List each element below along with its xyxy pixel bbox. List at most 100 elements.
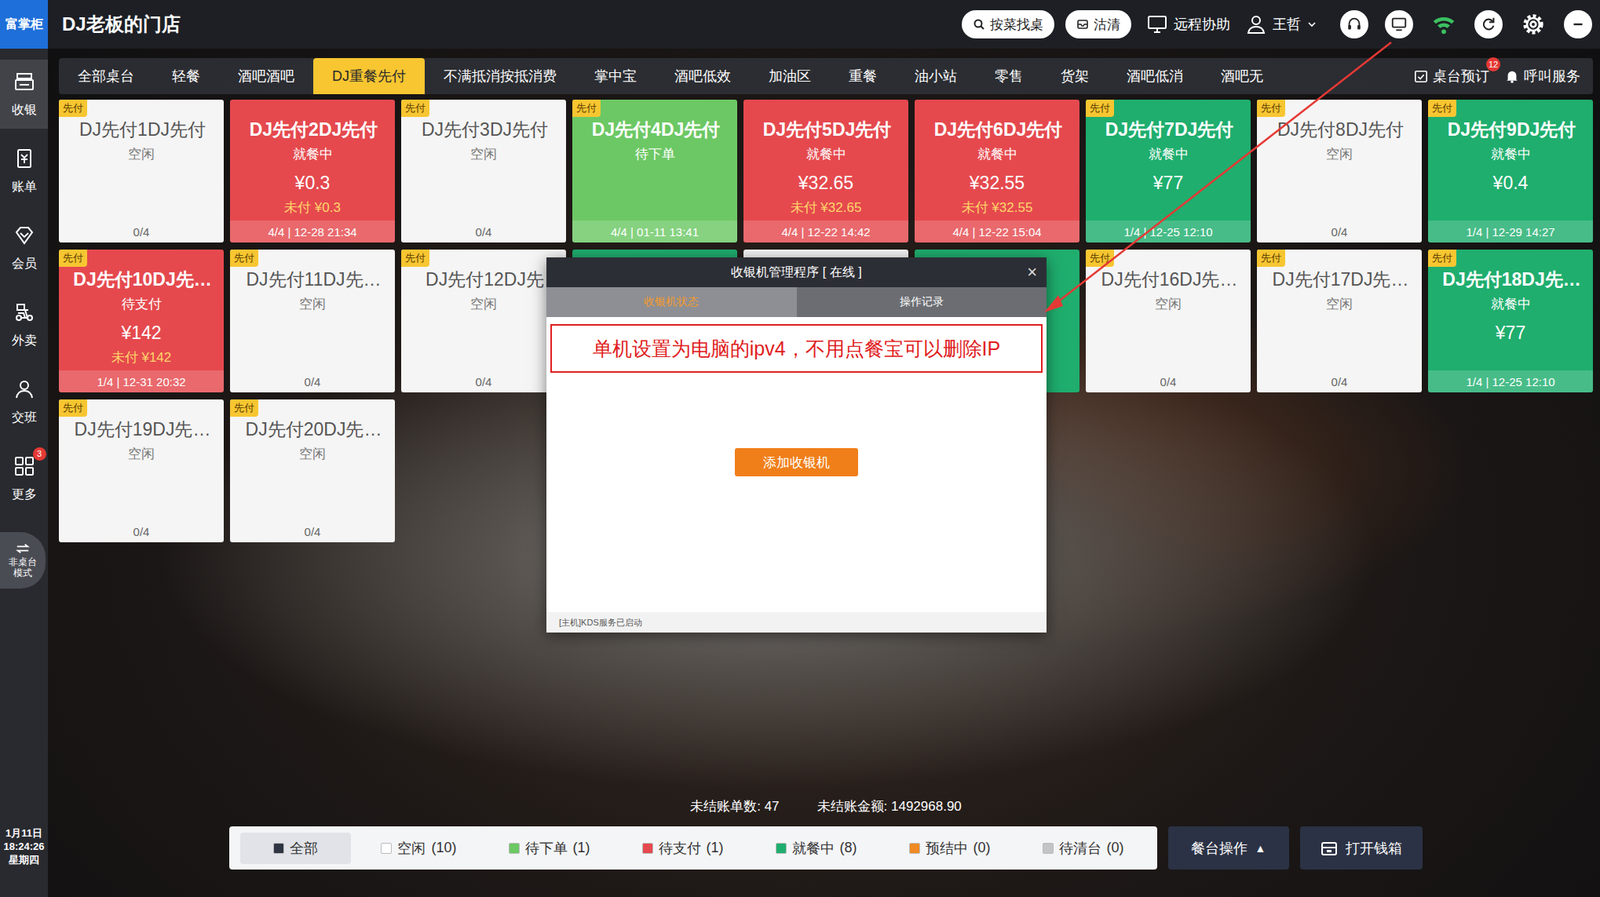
prepay-tag: 先付 xyxy=(58,249,88,267)
nav-icon xyxy=(13,70,36,93)
table-card[interactable]: 先付 DJ先付16DJ先… 空闲 0/4 xyxy=(1085,249,1251,393)
monitor-icon xyxy=(1390,15,1408,33)
pos-screen: 富掌柜 DJ老板的门店 按菜找桌 沽清 远程协助 王哲 收银 账单 会员 外卖 … xyxy=(0,0,1600,897)
sidebar-item[interactable]: 3 更多 xyxy=(0,444,48,514)
table-card[interactable]: 先付 DJ先付8DJ先付 空闲 0/4 xyxy=(1256,99,1422,243)
logo: 富掌柜 xyxy=(0,0,48,49)
refresh-icon xyxy=(1479,15,1498,33)
filter-item[interactable]: 待支付 (1) xyxy=(620,832,746,865)
filter-item[interactable]: 就餐中 (8) xyxy=(753,832,880,865)
badge: 3 xyxy=(32,447,47,461)
category-tab[interactable]: 不满抵消按抵消费 xyxy=(424,58,576,95)
prepay-tag: 先付 xyxy=(1428,249,1457,267)
close-button[interactable]: × xyxy=(1026,262,1038,283)
network-button[interactable] xyxy=(1429,10,1458,39)
cash-drawer-button[interactable]: 打开钱箱 xyxy=(1300,826,1423,870)
store-name: DJ老板的门店 xyxy=(62,11,181,37)
user-icon xyxy=(1245,14,1267,35)
category-tab[interactable]: 酒吧无 xyxy=(1201,58,1283,95)
category-tab[interactable]: 酒吧低消 xyxy=(1107,58,1202,95)
top-bar: 富掌柜 DJ老板的门店 按菜找桌 沽清 远程协助 王哲 xyxy=(0,0,1600,49)
table-card[interactable]: DJ先付5DJ先付 就餐中 ¥32.65 未付 ¥32.65 4/4 | 12-… xyxy=(743,99,909,243)
prepay-tag: 先付 xyxy=(401,249,430,267)
minimize-button[interactable] xyxy=(1563,10,1593,39)
category-tab[interactable]: 货架 xyxy=(1041,58,1108,95)
remote-assist[interactable]: 远程协助 xyxy=(1147,14,1231,35)
table-card[interactable]: 先付 DJ先付11DJ先… 空闲 0/4 xyxy=(230,249,395,393)
summary: 未结账单数: 47 未结账金额: 1492968.90 xyxy=(58,797,1593,827)
table-card[interactable]: 先付 DJ先付17DJ先… 空闲 0/4 xyxy=(1256,249,1422,393)
chevron-down-icon xyxy=(1307,19,1317,30)
category-tab[interactable]: 油小站 xyxy=(895,58,976,95)
category-tab[interactable]: 轻餐 xyxy=(153,58,220,95)
sidebar-item[interactable]: 外卖 xyxy=(0,290,48,360)
table-card[interactable]: 先付 DJ先付9DJ先付 就餐中 ¥0.4 1/4 | 12-29 14:27 xyxy=(1428,99,1593,243)
prepay-tag: 先付 xyxy=(401,99,430,117)
prepay-tag: 先付 xyxy=(1256,249,1286,267)
sidebar-item[interactable]: 账单 xyxy=(0,136,48,206)
mode-toggle[interactable]: 非桌台模式 xyxy=(0,532,46,589)
category-tab[interactable]: 重餐 xyxy=(829,58,896,95)
call-service-button[interactable]: 呼叫服务 xyxy=(1505,66,1581,86)
table-card[interactable]: 先付 DJ先付3DJ先付 空闲 0/4 xyxy=(401,99,567,243)
settings-button[interactable] xyxy=(1519,10,1548,39)
filter-item[interactable]: 全部 xyxy=(240,832,351,865)
sidebar-item[interactable]: 收银 xyxy=(0,59,48,129)
nav-icon xyxy=(13,378,36,401)
dialog-tab[interactable]: 操作记录 xyxy=(796,287,1048,318)
sidebar-item[interactable]: 会员 xyxy=(0,213,48,283)
category-tab[interactable]: 全部桌台 xyxy=(58,58,154,95)
search-icon xyxy=(972,18,986,31)
wifi-icon xyxy=(1431,11,1457,37)
bottom-bar: 全部 空闲 (10) 待下单 (1) 待支付 (1) 就餐中 (8) 预结中 (… xyxy=(58,826,1593,870)
table-card[interactable]: DJ先付6DJ先付 就餐中 ¥32.55 未付 ¥32.55 4/4 | 12-… xyxy=(914,99,1080,243)
dialog-title-bar: 收银机管理程序 [ 在线 ] × xyxy=(546,257,1047,288)
headset-icon xyxy=(1345,15,1363,33)
table-card[interactable]: 先付 DJ先付20DJ先… 空闲 0/4 xyxy=(230,399,395,543)
annotation-note: 单机设置为电脑的ipv4，不用点餐宝可以删除IP xyxy=(550,324,1043,373)
refresh-button[interactable] xyxy=(1474,10,1503,39)
category-tab[interactable]: 加油区 xyxy=(749,58,830,95)
filter-item[interactable]: 空闲 (10) xyxy=(358,832,479,865)
nav-icon xyxy=(13,224,36,247)
table-card[interactable]: 先付 DJ先付4DJ先付 待下单 4/4 | 01-11 13:41 xyxy=(572,99,738,243)
table-card[interactable]: 先付 DJ先付10DJ先… 待支付 ¥142 未付 ¥142 1/4 | 12-… xyxy=(58,249,224,393)
filter-item[interactable]: 待清台 (0) xyxy=(1020,832,1147,865)
table-card[interactable]: 先付 DJ先付19DJ先… 空闲 0/4 xyxy=(58,399,224,543)
prepay-tag: 先付 xyxy=(230,249,259,267)
mail-icon xyxy=(1076,18,1089,31)
prepay-tag: 先付 xyxy=(230,399,259,417)
table-card[interactable]: DJ先付2DJ先付 就餐中 ¥0.3 未付 ¥0.3 4/4 | 12-28 2… xyxy=(230,99,395,243)
monitor-icon xyxy=(1147,14,1168,35)
soldout-button[interactable]: 沽清 xyxy=(1065,10,1132,39)
category-tab[interactable]: DJ重餐先付 xyxy=(313,58,425,95)
category-tab[interactable]: 酒吧低效 xyxy=(655,58,750,95)
prepay-tag: 先付 xyxy=(1085,99,1115,117)
prepay-tag: 先付 xyxy=(1256,99,1286,117)
bell-icon xyxy=(1505,69,1520,84)
calendar-check-icon xyxy=(1413,69,1429,84)
table-card[interactable]: 先付 DJ先付7DJ先付 就餐中 ¥77 1/4 | 12-25 12:10 xyxy=(1085,99,1251,243)
filter-item[interactable]: 预结中 (0) xyxy=(887,832,1013,865)
user-menu[interactable]: 王哲 xyxy=(1245,14,1317,35)
dialog-tab[interactable]: 收银机状态 xyxy=(546,287,797,318)
category-tab[interactable]: 掌中宝 xyxy=(575,58,656,95)
reservation-button[interactable]: 桌台预订 12 xyxy=(1413,66,1490,86)
prepay-tag: 先付 xyxy=(58,399,88,417)
support-button[interactable] xyxy=(1340,10,1369,39)
add-cashier-button[interactable]: 添加收银机 xyxy=(734,448,859,477)
search-button[interactable]: 按菜找桌 xyxy=(961,10,1055,39)
nav-icon xyxy=(13,147,36,170)
category-tab[interactable]: 零售 xyxy=(975,58,1042,95)
clock: 1月11日 18:24:26 星期四 xyxy=(0,827,48,897)
nav-icon xyxy=(13,301,36,324)
filter-item[interactable]: 待下单 (1) xyxy=(486,832,613,865)
badge: 12 xyxy=(1486,57,1501,72)
table-card[interactable]: 先付 DJ先付12DJ先 空闲 0/4 xyxy=(401,249,567,393)
table-card[interactable]: 先付 DJ先付18DJ先… 就餐中 ¥77 1/4 | 12-25 12:10 xyxy=(1428,249,1593,393)
cashier-manager-button[interactable] xyxy=(1384,10,1414,39)
category-tab[interactable]: 酒吧酒吧 xyxy=(219,58,314,95)
table-ops-button[interactable]: 餐台操作▲ xyxy=(1168,826,1290,870)
sidebar-item[interactable]: 交班 xyxy=(0,367,48,437)
table-card[interactable]: 先付 DJ先付1DJ先付 空闲 0/4 xyxy=(58,99,224,243)
